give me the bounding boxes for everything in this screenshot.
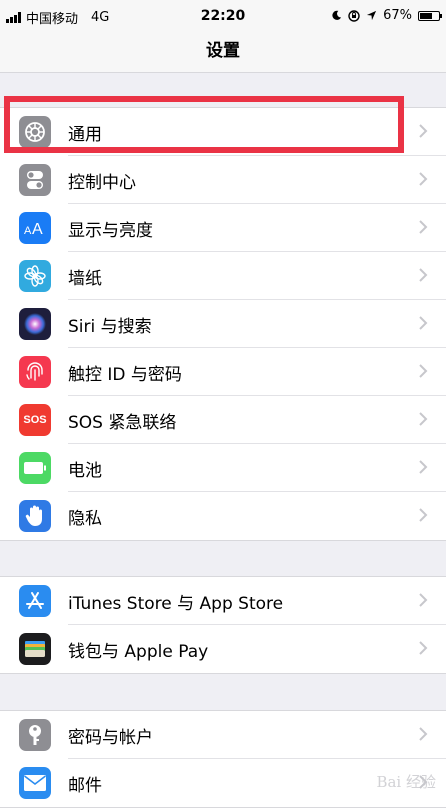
settings-row-label: 电池: [68, 460, 102, 481]
watermark: Bai 经验: [376, 773, 436, 791]
settings-row-label: SOS 紧急联络: [68, 412, 177, 433]
settings-row[interactable]: 电池: [0, 444, 446, 492]
settings-group-2: iTunes Store 与 App Store 钱包与 Apple Pay: [0, 576, 446, 674]
settings-row[interactable]: A A 显示与亮度: [0, 204, 446, 252]
settings-row[interactable]: 隐私: [0, 492, 446, 540]
location-icon: [367, 10, 377, 21]
chevron-right-icon: [419, 124, 428, 138]
settings-row[interactable]: 钱包与 Apple Pay: [0, 625, 446, 673]
sos-icon-label: SOS: [23, 414, 47, 426]
status-right: 67%: [331, 8, 442, 23]
chevron-right-icon: [419, 460, 428, 474]
battery-icon: [418, 10, 442, 21]
siri-icon: [19, 308, 51, 340]
orientation-lock-icon: [348, 9, 360, 22]
settings-row-label: 触控 ID 与密码: [68, 364, 182, 385]
chevron-right-icon: [419, 412, 428, 426]
chevron-right-icon: [419, 593, 428, 607]
chevron-right-icon: [419, 220, 428, 234]
chevron-right-icon: [419, 316, 428, 330]
settings-row[interactable]: 通用: [0, 108, 446, 156]
hand-icon: [19, 500, 51, 532]
fingerprint-icon: [19, 356, 51, 388]
chevron-right-icon: [419, 641, 428, 655]
chevron-right-icon: [419, 172, 428, 186]
settings-row-label: 通用: [68, 124, 102, 145]
settings-row-label: 隐私: [68, 508, 102, 529]
status-bar: 中国移动 4G 22:20 67%: [0, 0, 446, 32]
battery-percent: 67%: [383, 8, 412, 23]
settings-row-label: Siri 与搜索: [68, 316, 152, 337]
wallet-icon: [19, 633, 51, 665]
page-title: 设置: [206, 41, 240, 61]
settings-row-label: 墙纸: [68, 268, 102, 289]
chevron-right-icon: [419, 268, 428, 282]
flower-icon: [19, 260, 51, 292]
key-icon: [19, 719, 51, 751]
nav-bar: 设置: [0, 32, 446, 73]
settings-row-label: 显示与亮度: [68, 220, 153, 241]
settings-group-1: 通用控制中心 A A 显示与亮度墙纸 Siri 与搜索触控 ID 与密码 SOS SOS 紧…: [0, 107, 446, 541]
text-size-icon: AA: [19, 212, 51, 244]
chevron-right-icon: [419, 364, 428, 378]
settings-row[interactable]: SOS SOS 紧急联络: [0, 396, 446, 444]
settings-row-label: 密码与帐户: [68, 727, 153, 748]
settings-row-label: 钱包与 Apple Pay: [68, 641, 209, 662]
gear-icon: [19, 116, 51, 148]
svg-text:A: A: [32, 221, 43, 238]
svg-text:A: A: [24, 225, 32, 237]
toggles-icon: [19, 164, 51, 196]
settings-row[interactable]: iTunes Store 与 App Store: [0, 577, 446, 625]
mail-icon: [19, 767, 51, 799]
chevron-right-icon: [419, 727, 428, 741]
settings-group-3: 密码与帐户 邮件: [0, 710, 446, 808]
chevron-right-icon: [419, 508, 428, 522]
settings-row[interactable]: 控制中心: [0, 156, 446, 204]
battery-icon: [19, 452, 51, 484]
settings-row[interactable]: 触控 ID 与密码: [0, 348, 446, 396]
app-store-icon: [19, 585, 51, 617]
sos-icon: SOS: [19, 404, 51, 436]
settings-row-label: 控制中心: [68, 172, 136, 193]
settings-row[interactable]: 墙纸: [0, 252, 446, 300]
moon-icon: [332, 10, 342, 20]
settings-row-label: iTunes Store 与 App Store: [68, 593, 284, 614]
settings-row[interactable]: 密码与帐户: [0, 711, 446, 759]
settings-row[interactable]: Siri 与搜索: [0, 300, 446, 348]
